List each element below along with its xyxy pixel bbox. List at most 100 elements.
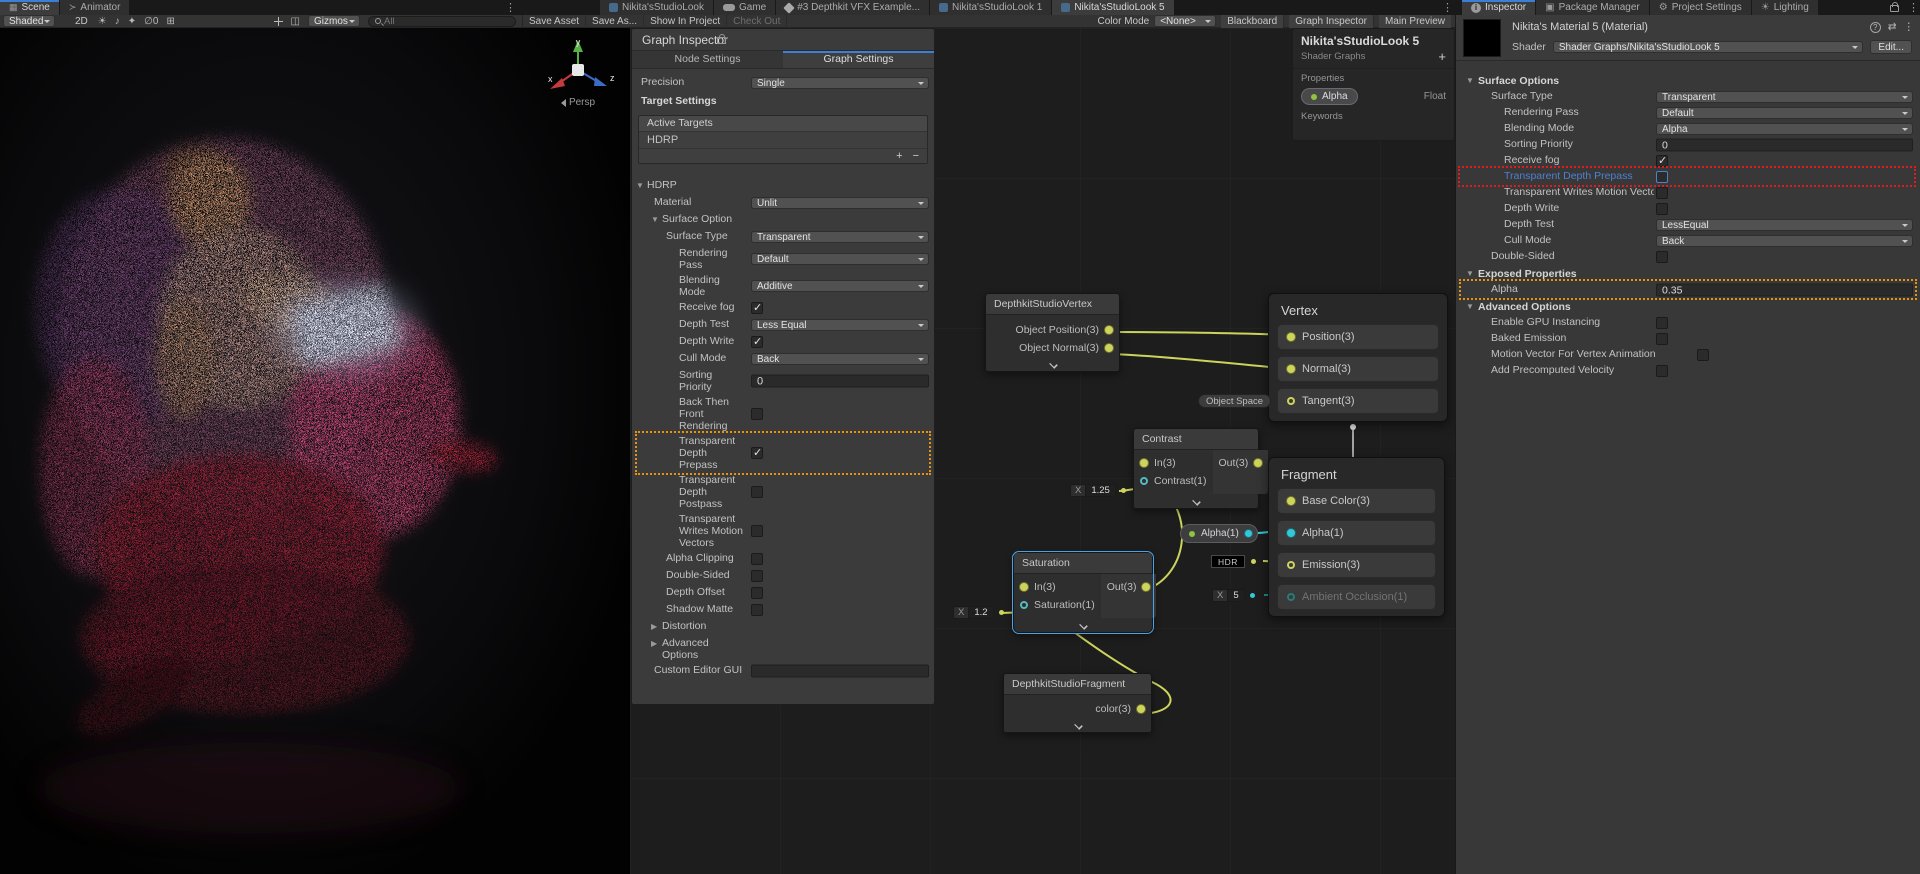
- saturation-value-field[interactable]: X 1.2: [953, 606, 1004, 619]
- dropdown-rendering-pass[interactable]: Default: [1656, 106, 1913, 119]
- scene-light-toggle-icon[interactable]: ☀: [94, 16, 111, 27]
- port-tangent[interactable]: [1287, 397, 1295, 405]
- grid-dropdown-icon[interactable]: ⊞: [162, 16, 178, 27]
- port-alpha-out[interactable]: [1244, 530, 1252, 537]
- slot-emission[interactable]: Emission(3): [1277, 552, 1436, 578]
- property-pill-alpha[interactable]: Alpha: [1301, 88, 1358, 105]
- checkbox-alpha-clipping[interactable]: [751, 553, 763, 565]
- node-title[interactable]: Contrast: [1134, 429, 1258, 450]
- port-base-color[interactable]: [1287, 497, 1295, 505]
- tab-nikita-sstudiolook-5[interactable]: Nikita'sStudioLook 5: [1052, 0, 1175, 15]
- port-color[interactable]: [1137, 705, 1145, 713]
- dropdown-blending-mode[interactable]: Additive: [751, 280, 929, 292]
- checkbox-receive-fog[interactable]: [751, 301, 763, 314]
- tab-nikita-sstudiolook[interactable]: Nikita'sStudioLook: [600, 0, 714, 15]
- port-in[interactable]: [1140, 459, 1148, 467]
- shading-mode-dropdown[interactable]: Shaded: [3, 15, 55, 27]
- port-out[interactable]: [1254, 459, 1263, 467]
- node-saturation[interactable]: Saturation In(3) Saturation(1) Out(3): [1012, 551, 1157, 634]
- node-depthkit-studio-vertex[interactable]: DepthkitStudioVertex Object Position(3) …: [985, 293, 1120, 372]
- port-ambient-occlusion[interactable]: [1287, 593, 1295, 601]
- graph-panel-menu-icon[interactable]: ⋮: [1442, 1, 1453, 14]
- checkbox-motion-vector-for-vertex-animation[interactable]: [1696, 348, 1709, 361]
- edit-shader-button[interactable]: Edit...: [1870, 40, 1912, 54]
- alpha-property-node[interactable]: Alpha(1): [1180, 524, 1258, 543]
- shader-dropdown[interactable]: Shader Graphs/Nikita'sStudioLook 5: [1552, 41, 1864, 53]
- tool-settings-icon[interactable]: [273, 16, 283, 26]
- checkbox-depth-offset[interactable]: [751, 587, 763, 599]
- collapse-chevron-icon[interactable]: [1049, 359, 1057, 367]
- node-title[interactable]: Saturation: [1014, 553, 1152, 574]
- field-sorting-priority[interactable]: 0: [1656, 138, 1913, 151]
- dropdown-depth-test[interactable]: LessEqual: [1656, 218, 1913, 231]
- node-fragment-context[interactable]: Fragment Base Color(3) Alpha(1) Emission…: [1268, 457, 1445, 617]
- dropdown-material[interactable]: Unlit: [751, 197, 929, 209]
- tab-project-settings[interactable]: ⚙ Project Settings: [1649, 0, 1752, 15]
- port-alpha[interactable]: [1287, 529, 1295, 537]
- dropdown-depth-test[interactable]: Less Equal: [751, 319, 929, 331]
- blackboard-toggle-button[interactable]: Blackboard: [1221, 14, 1285, 28]
- node-contrast[interactable]: Contrast In(3) Contrast(1) Out(3): [1133, 428, 1269, 509]
- tab--3-depthkit-vfx-example-[interactable]: #3 Depthkit VFX Example...: [776, 0, 931, 15]
- graph-inspector-title[interactable]: Graph Inspector: [632, 29, 934, 51]
- node-title[interactable]: DepthkitStudioFragment: [1004, 674, 1151, 695]
- check-out-button[interactable]: Check Out: [727, 14, 788, 28]
- object-space-badge[interactable]: Object Space: [1198, 394, 1272, 408]
- tab-lighting[interactable]: ☀ Lighting: [1751, 0, 1819, 15]
- tab-nikita-sstudiolook-1[interactable]: Nikita'sStudioLook 1: [930, 0, 1053, 15]
- node-vertex-context[interactable]: Vertex Position(3) Normal(3) Tangent(3): [1268, 293, 1448, 422]
- target-item-hdrp[interactable]: HDRP: [639, 131, 927, 148]
- contrast-value-field[interactable]: X 1.25: [1070, 484, 1126, 497]
- collapse-chevron-icon[interactable]: [1074, 720, 1082, 728]
- slot-tangent[interactable]: Tangent(3): [1277, 388, 1439, 414]
- port-object-normal[interactable]: [1105, 344, 1113, 352]
- add-property-button[interactable]: +: [1438, 49, 1446, 64]
- node-depthkit-studio-fragment[interactable]: DepthkitStudioFragment color(3): [1003, 673, 1152, 733]
- save-as-button[interactable]: Save As...: [586, 14, 645, 28]
- dropdown-cull-mode[interactable]: Back: [1656, 234, 1913, 247]
- tab-animator[interactable]: ≻ Animator: [59, 0, 131, 15]
- checkbox-shadow-matte[interactable]: [751, 604, 763, 616]
- checkbox-add-precomputed-velocity[interactable]: [1656, 364, 1668, 377]
- tab-package-manager[interactable]: ▣ Package Manager: [1536, 0, 1650, 15]
- port-in[interactable]: [1020, 583, 1028, 591]
- emission-color-field[interactable]: HDR: [1211, 555, 1256, 568]
- checkbox-double-sided[interactable]: [751, 570, 763, 582]
- checkbox-back-then-front-rendering[interactable]: [751, 408, 763, 420]
- scene-audio-toggle-icon[interactable]: ♪: [111, 16, 124, 27]
- foldout-open-icon[interactable]: ▼: [1466, 269, 1474, 278]
- kebab-menu-icon[interactable]: ⋮: [1904, 21, 1915, 33]
- checkbox-transparent-depth-prepass[interactable]: [1656, 170, 1668, 183]
- main-preview-toggle-button[interactable]: Main Preview: [1378, 14, 1451, 28]
- scene-search[interactable]: [368, 15, 516, 27]
- collapse-chevron-icon[interactable]: [1079, 620, 1087, 628]
- node-title[interactable]: DepthkitStudioVertex: [986, 294, 1119, 315]
- foldout-open-icon[interactable]: ▼: [1466, 302, 1474, 311]
- slot-normal[interactable]: Normal(3): [1277, 356, 1439, 382]
- add-target-button[interactable]: +: [896, 150, 902, 162]
- port-emission[interactable]: [1287, 561, 1295, 569]
- gizmos-dropdown[interactable]: Gizmos: [308, 15, 360, 27]
- foldout-closed-icon[interactable]: ▶: [651, 639, 657, 648]
- tab-scene[interactable]: ▦ Scene: [0, 0, 60, 15]
- checkbox-transparent-depth-prepass[interactable]: [751, 446, 763, 459]
- port-out[interactable]: [1142, 583, 1151, 591]
- precision-dropdown[interactable]: Single: [751, 77, 929, 89]
- foldout-open-icon[interactable]: ▼: [651, 215, 659, 224]
- graph-inspector-tab-graph-settings[interactable]: Graph Settings: [783, 51, 934, 68]
- foldout-open-icon[interactable]: ▼: [1466, 76, 1474, 85]
- checkbox-transparent-depth-postpass[interactable]: [751, 486, 763, 498]
- tab-game[interactable]: Game: [713, 0, 777, 15]
- dropdown-surface-type[interactable]: Transparent: [1656, 90, 1913, 103]
- field-alpha[interactable]: 0.35: [1656, 283, 1913, 296]
- dropdown-blending-mode[interactable]: Alpha: [1656, 122, 1913, 135]
- persp-toggle[interactable]: Persp: [540, 97, 616, 108]
- dropdown-rendering-pass[interactable]: Default: [751, 253, 929, 265]
- ao-value-field[interactable]: X 5: [1212, 589, 1255, 602]
- foldout-closed-icon[interactable]: ▶: [651, 622, 657, 631]
- scene-search-input[interactable]: [384, 15, 509, 27]
- remove-target-button[interactable]: −: [913, 150, 919, 162]
- section-header-advanced-options[interactable]: ▼ Advanced Options: [1456, 299, 1920, 315]
- scene-orientation-gizmo[interactable]: y x z Persp: [540, 36, 616, 108]
- checkbox-enable-gpu-instancing[interactable]: [1656, 316, 1668, 329]
